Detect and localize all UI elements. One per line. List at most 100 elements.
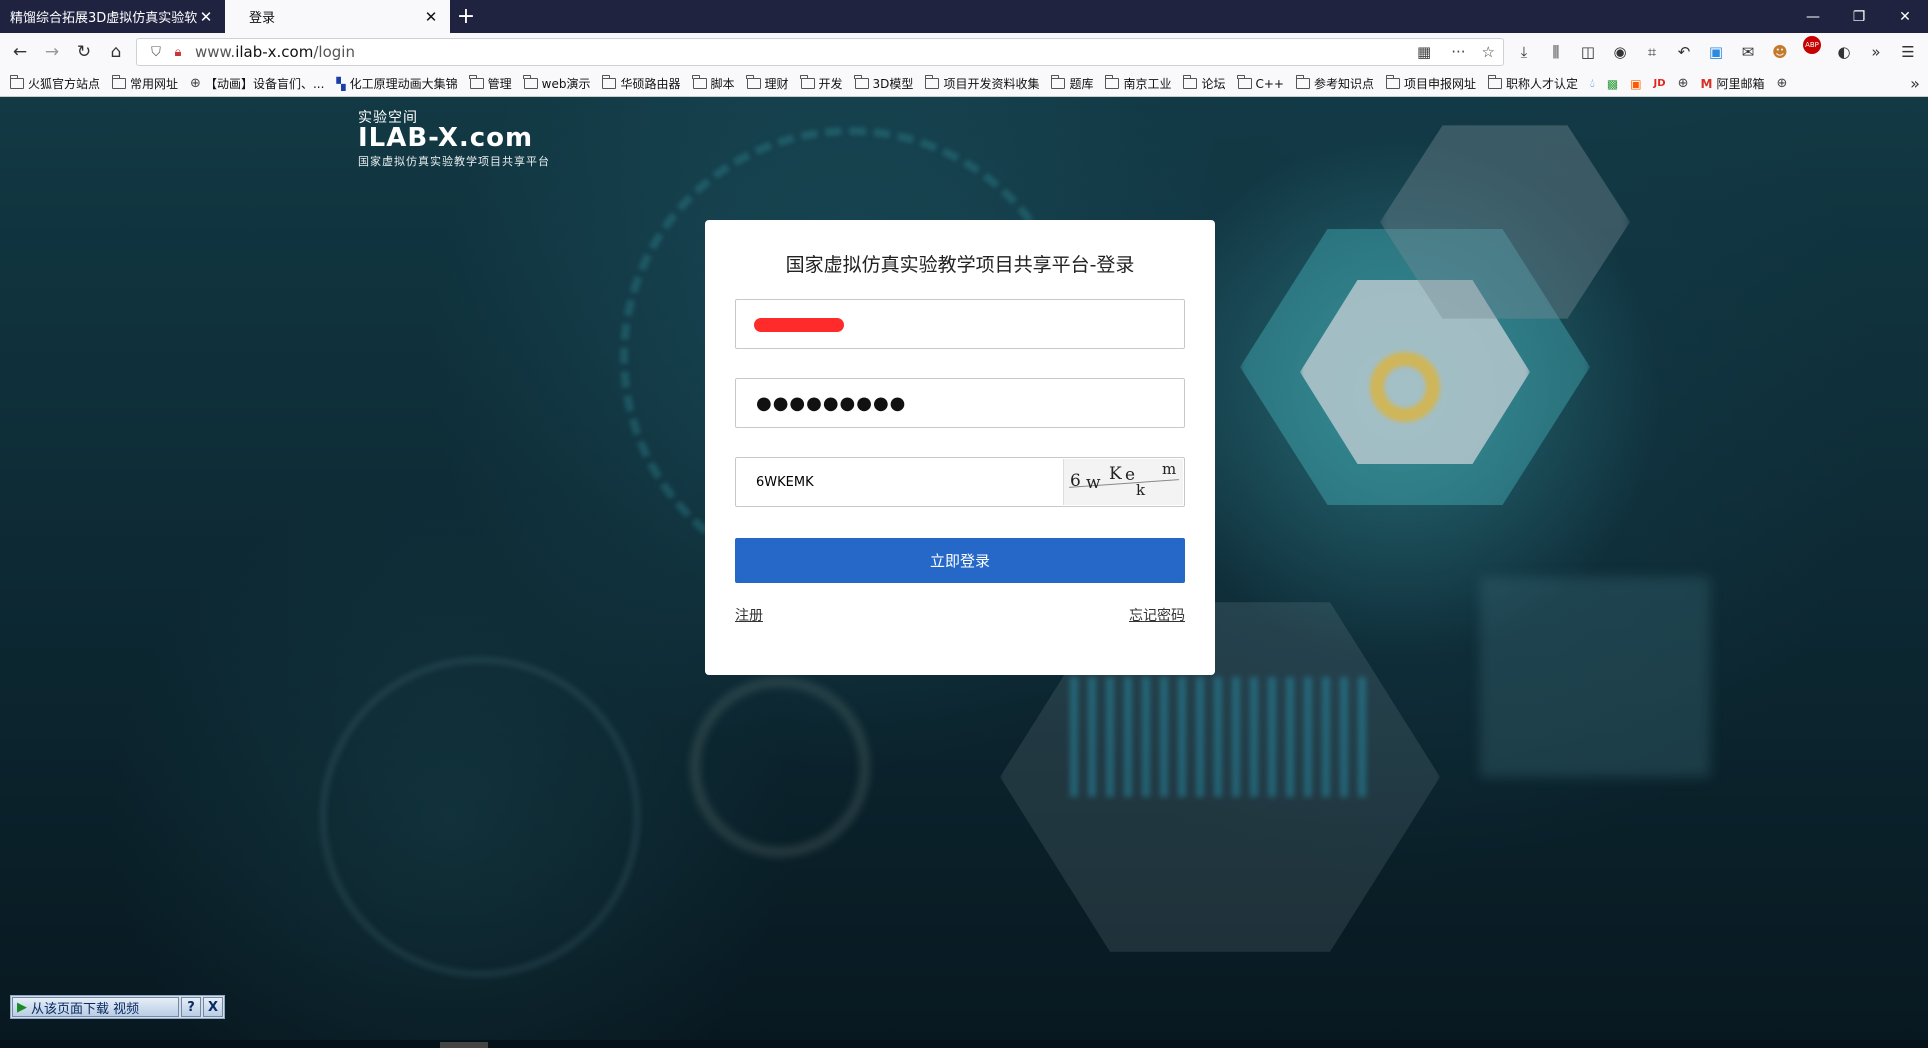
extension-monkey-icon[interactable]: ☻ bbox=[1764, 36, 1796, 68]
bookmark-shortcut[interactable]: ▣ bbox=[1626, 77, 1649, 91]
bookmark-item[interactable]: ▚ 化工原理动画大集锦 bbox=[332, 75, 465, 92]
forward-button[interactable]: → bbox=[36, 36, 68, 68]
logo-subtitle: 国家虚拟仿真实验教学项目共享平台 bbox=[358, 155, 550, 168]
restore-button[interactable]: ❐ bbox=[1836, 0, 1882, 33]
download-icon[interactable]: ⤓ bbox=[1508, 36, 1540, 68]
bookmark-item[interactable]: 理财 bbox=[743, 75, 797, 92]
qr-code-icon[interactable]: ▦ bbox=[1417, 43, 1431, 61]
new-tab-button[interactable]: + bbox=[450, 0, 482, 33]
bookmark-item[interactable]: 华硕路由器 bbox=[598, 75, 688, 92]
captcha-char: m bbox=[1162, 460, 1177, 478]
bookmark-item[interactable]: 题库 bbox=[1047, 75, 1101, 92]
bookmarks-overflow-icon[interactable]: » bbox=[1902, 74, 1928, 93]
close-toolbar-button[interactable]: X bbox=[203, 997, 223, 1017]
logo-main-text: ILAB-X.com bbox=[358, 123, 534, 153]
menu-icon[interactable]: ☰ bbox=[1892, 36, 1924, 68]
reload-button[interactable]: ↻ bbox=[68, 36, 100, 68]
bookmark-star-icon[interactable]: ☆ bbox=[1482, 43, 1495, 61]
captcha-image[interactable]: 6 w K e k m bbox=[1063, 459, 1183, 505]
bookmark-item[interactable]: 参考知识点 bbox=[1292, 75, 1382, 92]
captcha-char: k bbox=[1136, 481, 1146, 499]
captcha-char: e bbox=[1125, 465, 1136, 485]
mail-icon[interactable]: ✉ bbox=[1732, 36, 1764, 68]
back-button[interactable]: ← bbox=[4, 36, 36, 68]
bookmark-item[interactable]: 南京工业 bbox=[1101, 75, 1179, 92]
close-tab-icon[interactable]: ✕ bbox=[197, 8, 215, 26]
bookmark-shortcut[interactable]: JD bbox=[1650, 78, 1674, 89]
bookmark-item[interactable]: 管理 bbox=[466, 75, 520, 92]
background-circle bbox=[690, 677, 870, 857]
close-tab-icon[interactable]: ✕ bbox=[422, 8, 440, 26]
window-controls: — ❐ ✕ bbox=[1790, 0, 1928, 33]
background-ring bbox=[1370, 352, 1440, 422]
minimize-button[interactable]: — bbox=[1790, 0, 1836, 33]
bookmark-item[interactable]: 职称人才认定 bbox=[1484, 75, 1586, 92]
bookmark-shortcut[interactable]: ⊕ bbox=[1772, 76, 1795, 91]
library-icon[interactable]: ⫼ bbox=[1540, 36, 1572, 68]
bookmark-item[interactable]: 脚本 bbox=[689, 75, 743, 92]
folder-icon bbox=[1182, 75, 1198, 89]
background-bars bbox=[1070, 677, 1370, 797]
folder-icon bbox=[601, 75, 617, 89]
home-button[interactable]: ⌂ bbox=[100, 36, 132, 68]
tab-title: 登录 bbox=[249, 11, 276, 26]
bookmark-item[interactable]: C++ bbox=[1234, 75, 1293, 91]
close-window-button[interactable]: ✕ bbox=[1882, 0, 1928, 33]
taobao-icon: ▣ bbox=[1630, 76, 1642, 91]
extension-icon[interactable]: ◐ bbox=[1828, 36, 1860, 68]
overflow-chevron-icon[interactable]: » bbox=[1860, 36, 1892, 68]
bookmark-item[interactable]: 项目申报网址 bbox=[1382, 75, 1484, 92]
captcha-char: K bbox=[1109, 464, 1122, 484]
captcha-field[interactable]: 6 w K e k m bbox=[735, 457, 1185, 507]
screenshot-icon[interactable]: ⌗ bbox=[1636, 36, 1668, 68]
site-icon: ▚ bbox=[336, 76, 346, 91]
bookmark-shortcut[interactable]: 💧︎ bbox=[1586, 76, 1603, 91]
bookmark-item[interactable]: 论坛 bbox=[1179, 75, 1233, 92]
register-link[interactable]: 注册 bbox=[735, 605, 763, 625]
url-bar[interactable]: ⛉ 🔒︎ www.ilab-x.com/login ▦ ··· ☆ bbox=[136, 38, 1504, 66]
tab-title: 精馏综合拓展3D虚拟仿真实验软件 bbox=[10, 11, 197, 26]
username-field[interactable] bbox=[735, 299, 1185, 349]
folder-icon bbox=[9, 75, 24, 89]
password-field[interactable]: ●●●●●●●●● bbox=[735, 378, 1185, 428]
bookmark-item[interactable]: 项目开发资料收集 bbox=[921, 75, 1047, 92]
site-logo[interactable]: 实验空间 ILAB-X.com 国家虚拟仿真实验教学项目共享平台 bbox=[358, 107, 550, 169]
help-button[interactable]: ? bbox=[181, 997, 201, 1017]
forgot-password-link[interactable]: 忘记密码 bbox=[1129, 605, 1185, 625]
globe-icon: ⊕ bbox=[1776, 76, 1788, 91]
redacted-username-mark bbox=[754, 318, 844, 332]
page-actions-icon[interactable]: ··· bbox=[1451, 43, 1465, 61]
undo-icon[interactable]: ↶ bbox=[1668, 36, 1700, 68]
password-input[interactable]: ●●●●●●●●● bbox=[756, 393, 906, 414]
tab-login[interactable]: 登录 ✕ bbox=[225, 0, 450, 33]
bookmark-item[interactable]: web演示 bbox=[520, 75, 599, 92]
shield-icon[interactable]: ⛉ bbox=[145, 45, 167, 60]
folder-icon bbox=[854, 75, 869, 89]
account-icon[interactable]: ◉ bbox=[1604, 36, 1636, 68]
bookmark-item[interactable]: 常用网址 bbox=[108, 75, 186, 92]
login-title: 国家虚拟仿真实验教学项目共享平台-登录 bbox=[785, 254, 1135, 276]
sidebar-icon[interactable]: ◫ bbox=[1572, 36, 1604, 68]
bookmark-item[interactable]: 火狐官方站点 bbox=[6, 75, 108, 92]
tab-simulation-software[interactable]: 精馏综合拓展3D虚拟仿真实验软件 ✕ bbox=[0, 0, 225, 33]
globe-icon: ⊕ bbox=[1677, 76, 1689, 91]
adblock-icon[interactable]: ABP bbox=[1803, 36, 1821, 54]
login-submit-button[interactable]: 立即登录 bbox=[735, 538, 1185, 583]
bookmark-shortcut[interactable]: ▩ bbox=[1603, 77, 1626, 91]
bookmarks-bar: 火狐官方站点 常用网址 ⊕ 【动画】设备盲们、... ▚ 化工原理动画大集锦 管理 … bbox=[0, 71, 1928, 97]
bookmark-shortcut[interactable]: ⊕ bbox=[1674, 76, 1697, 91]
folder-icon bbox=[1050, 75, 1066, 89]
insecure-lock-icon[interactable]: 🔒︎ bbox=[167, 45, 189, 60]
bookmark-item[interactable]: 开发 bbox=[797, 75, 851, 92]
bookmark-item[interactable]: 3D模型 bbox=[851, 75, 922, 92]
drop-icon: 💧︎ bbox=[1590, 76, 1595, 90]
bookmark-item[interactable]: M 阿里邮箱 bbox=[1696, 75, 1772, 92]
play-icon: ▶ bbox=[17, 999, 27, 1015]
bookmark-item[interactable]: ⊕ 【动画】设备盲们、... bbox=[186, 75, 332, 92]
translate-icon[interactable]: ▣ bbox=[1700, 36, 1732, 68]
taskbar-item[interactable] bbox=[440, 1042, 488, 1048]
url-text[interactable]: www.ilab-x.com/login bbox=[195, 43, 355, 61]
folder-icon bbox=[523, 75, 538, 89]
url-actions: ▦ ··· ☆ bbox=[1417, 43, 1495, 61]
download-video-button[interactable]: ▶ 从该页面下载 视频 bbox=[12, 997, 179, 1017]
